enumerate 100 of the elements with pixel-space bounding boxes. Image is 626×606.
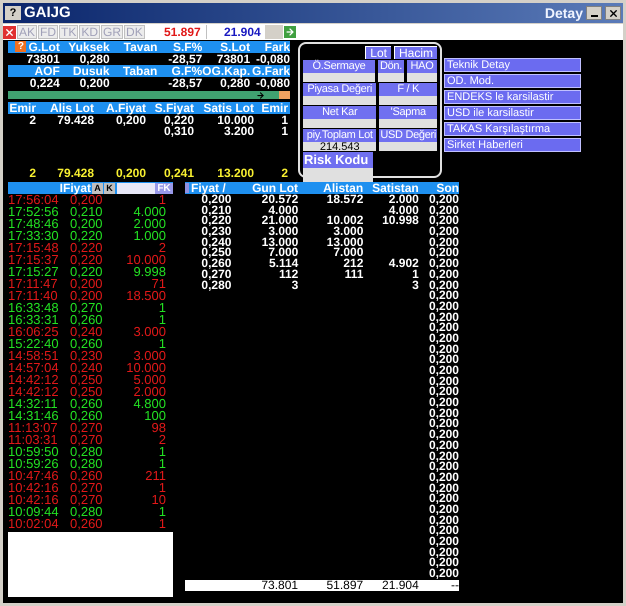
trade-time: 17:11:47 — [8, 276, 58, 291]
trade-lot: 98 — [152, 420, 166, 435]
trade-lot: 2.000 — [133, 216, 166, 231]
column-header: S.Fiyat — [154, 101, 194, 115]
toolbar-button[interactable]: A — [92, 182, 103, 194]
summary-value: -0,080 — [256, 52, 290, 66]
minimize-button[interactable] — [586, 6, 602, 20]
field-label: HAO — [407, 60, 437, 73]
trade-price: 0,220 — [70, 252, 103, 267]
close-icon — [608, 8, 618, 18]
trade-lot: 211 — [145, 468, 166, 483]
field-value: 214.543 — [320, 141, 360, 153]
column-header: Alis Lot — [50, 101, 94, 115]
column-header: G.Lot — [28, 41, 60, 53]
trade-time: 17:15:27 — [8, 264, 59, 279]
column-header: Taban — [122, 64, 158, 78]
value-field — [379, 119, 437, 128]
go-button[interactable] — [284, 26, 296, 38]
column-header: G.Fark — [252, 64, 290, 78]
summary-value: 0,280 — [80, 52, 110, 66]
trade-price: 0,240 — [70, 324, 103, 339]
trade-lot: 10 — [152, 492, 166, 507]
menu-item[interactable]: Sirket Haberleri — [444, 138, 581, 152]
tab[interactable]: Lot — [365, 46, 391, 59]
trade-time: 16:33:48 — [8, 300, 59, 315]
menu-item[interactable]: OD. Mod. — [444, 74, 581, 88]
trade-lot: 5.000 — [133, 372, 166, 387]
summary-value: 0,200 — [80, 76, 110, 90]
total-value: 0,241 — [164, 166, 194, 180]
trade-time: 11:03:31 — [8, 432, 58, 447]
summary-value: -28,57 — [168, 52, 202, 66]
close-button[interactable] — [605, 6, 621, 20]
trade-lot: 1 — [158, 444, 166, 459]
column-header: S.F% — [172, 40, 202, 54]
order-value: 1 — [281, 124, 288, 138]
trade-price: 0,260 — [70, 336, 103, 351]
value-field — [378, 73, 404, 82]
trade-time: 14:57:04 — [8, 360, 59, 375]
trade-lot: 71 — [152, 276, 166, 291]
input-field[interactable] — [117, 182, 155, 194]
trade-price: 0,200 — [70, 276, 103, 291]
column-header: Satistan — [372, 181, 419, 195]
trade-lot: 2 — [158, 432, 166, 447]
summary-value: 73801 — [216, 52, 250, 66]
total-value: -- — [450, 578, 459, 592]
trade-time: 17:15:37 — [8, 252, 59, 267]
toolbar-button[interactable]: K — [104, 182, 115, 194]
column-header: IFiyat — [60, 182, 91, 194]
field-label: F / K — [379, 83, 437, 96]
field-label: 'Sapma — [379, 106, 437, 119]
help-button[interactable]: ? — [5, 6, 21, 20]
column-header: Emir — [261, 101, 288, 115]
table-cell: 18.572 — [326, 192, 364, 206]
trade-time: 17:48:46 — [8, 216, 59, 231]
trade-time: 16:06:25 — [8, 324, 59, 339]
toolbar-button[interactable]: FK — [155, 182, 173, 194]
field-label: Ö.Sermaye — [303, 60, 375, 73]
trade-lot: 1 — [158, 516, 166, 531]
trade-lot: 10.000 — [126, 360, 166, 375]
menu-item[interactable]: Teknik Detay — [444, 58, 581, 72]
window-subtitle: Detay — [544, 4, 583, 23]
trade-lot: 1 — [158, 312, 166, 327]
trade-time: 14:42:12 — [8, 372, 59, 387]
trade-price: 0,270 — [70, 480, 103, 495]
tab[interactable]: Hacim — [394, 46, 437, 59]
trade-lot: 1.000 — [133, 228, 166, 243]
trade-price: 0,280 — [70, 456, 103, 471]
menu-item[interactable]: USD ile karsilastir — [444, 106, 581, 120]
total-value: 2 — [29, 166, 36, 180]
order-value: 10.000 — [217, 113, 254, 127]
trade-price: 0,200 — [70, 288, 103, 303]
trade-lot: 1 — [158, 480, 166, 495]
trade-price: 0,280 — [70, 504, 103, 519]
trade-price: 0,220 — [70, 240, 103, 255]
trade-time: 17:33:30 — [8, 228, 59, 243]
trade-lot: 2.000 — [133, 384, 166, 399]
column-header: Fark — [264, 40, 290, 54]
value-field: 21.904 — [206, 25, 264, 39]
trade-time: 11:13:07 — [8, 420, 58, 435]
trade-price: 0,230 — [70, 348, 103, 363]
trade-lot: 1 — [158, 300, 166, 315]
field-label: Net Kar — [303, 106, 376, 119]
trade-time: 10:59:50 — [8, 444, 59, 459]
order-value: 3.200 — [224, 124, 254, 138]
arrow-right-icon — [256, 90, 265, 100]
total-value: 73.801 — [261, 578, 298, 592]
value-field — [379, 96, 437, 105]
menu-item[interactable]: ENDEKS le karsilastir — [444, 90, 581, 104]
trade-time: 10:42:16 — [8, 480, 59, 495]
trade-lot: 1 — [158, 336, 166, 351]
help-button[interactable]: ? — [15, 41, 26, 52]
trade-price: 0,220 — [70, 228, 103, 243]
trade-lot: 3.000 — [133, 324, 166, 339]
menu-item[interactable]: TAKAS Karşılaştırma — [444, 122, 581, 136]
order-value: 0,200 — [116, 113, 146, 127]
column-header: S.Lot — [220, 40, 250, 54]
column-header: OG.Kap. — [202, 64, 250, 78]
column-header: Yuksek — [68, 40, 110, 54]
trade-time: 10:42:16 — [8, 492, 59, 507]
trade-price: 0,220 — [70, 264, 103, 279]
